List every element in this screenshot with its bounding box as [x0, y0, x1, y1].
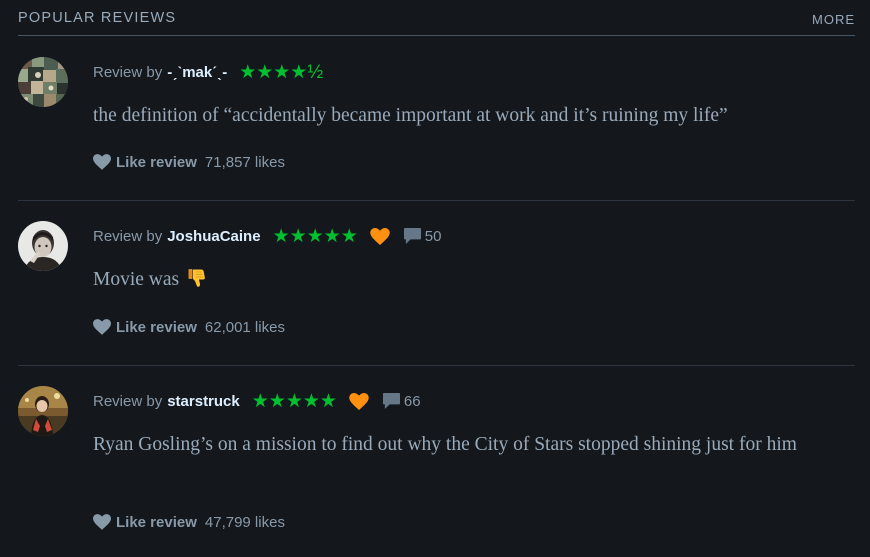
review-text-content: Ryan Gosling’s on a mission to find out … [93, 434, 797, 455]
star-rating: ★★★★★ [251, 390, 337, 412]
like-count[interactable]: 47,799 likes [205, 514, 285, 531]
reviewer-username[interactable]: starstruck [167, 393, 240, 410]
like-review-button[interactable]: Like review [93, 514, 197, 531]
person-avatar-icon [18, 386, 68, 436]
like-review-label: Like review [116, 513, 197, 531]
liked-heart-icon [349, 392, 369, 410]
comment-count: 66 [403, 392, 421, 410]
comments-link[interactable]: 66 [382, 392, 421, 410]
review-by-label: Review by [93, 392, 163, 410]
review-text[interactable]: Ryan Gosling’s on a mission to find out … [93, 429, 843, 460]
comment-icon [382, 392, 400, 410]
avatar[interactable] [18, 386, 68, 436]
review-attribution: Review by starstruck ★★★★★ 66 [93, 390, 421, 412]
like-row: Like review 47,799 likes [93, 512, 285, 532]
heart-icon [93, 514, 111, 530]
review-item: Review by starstruck ★★★★★ 66 Ryan Gosli… [18, 0, 855, 557]
